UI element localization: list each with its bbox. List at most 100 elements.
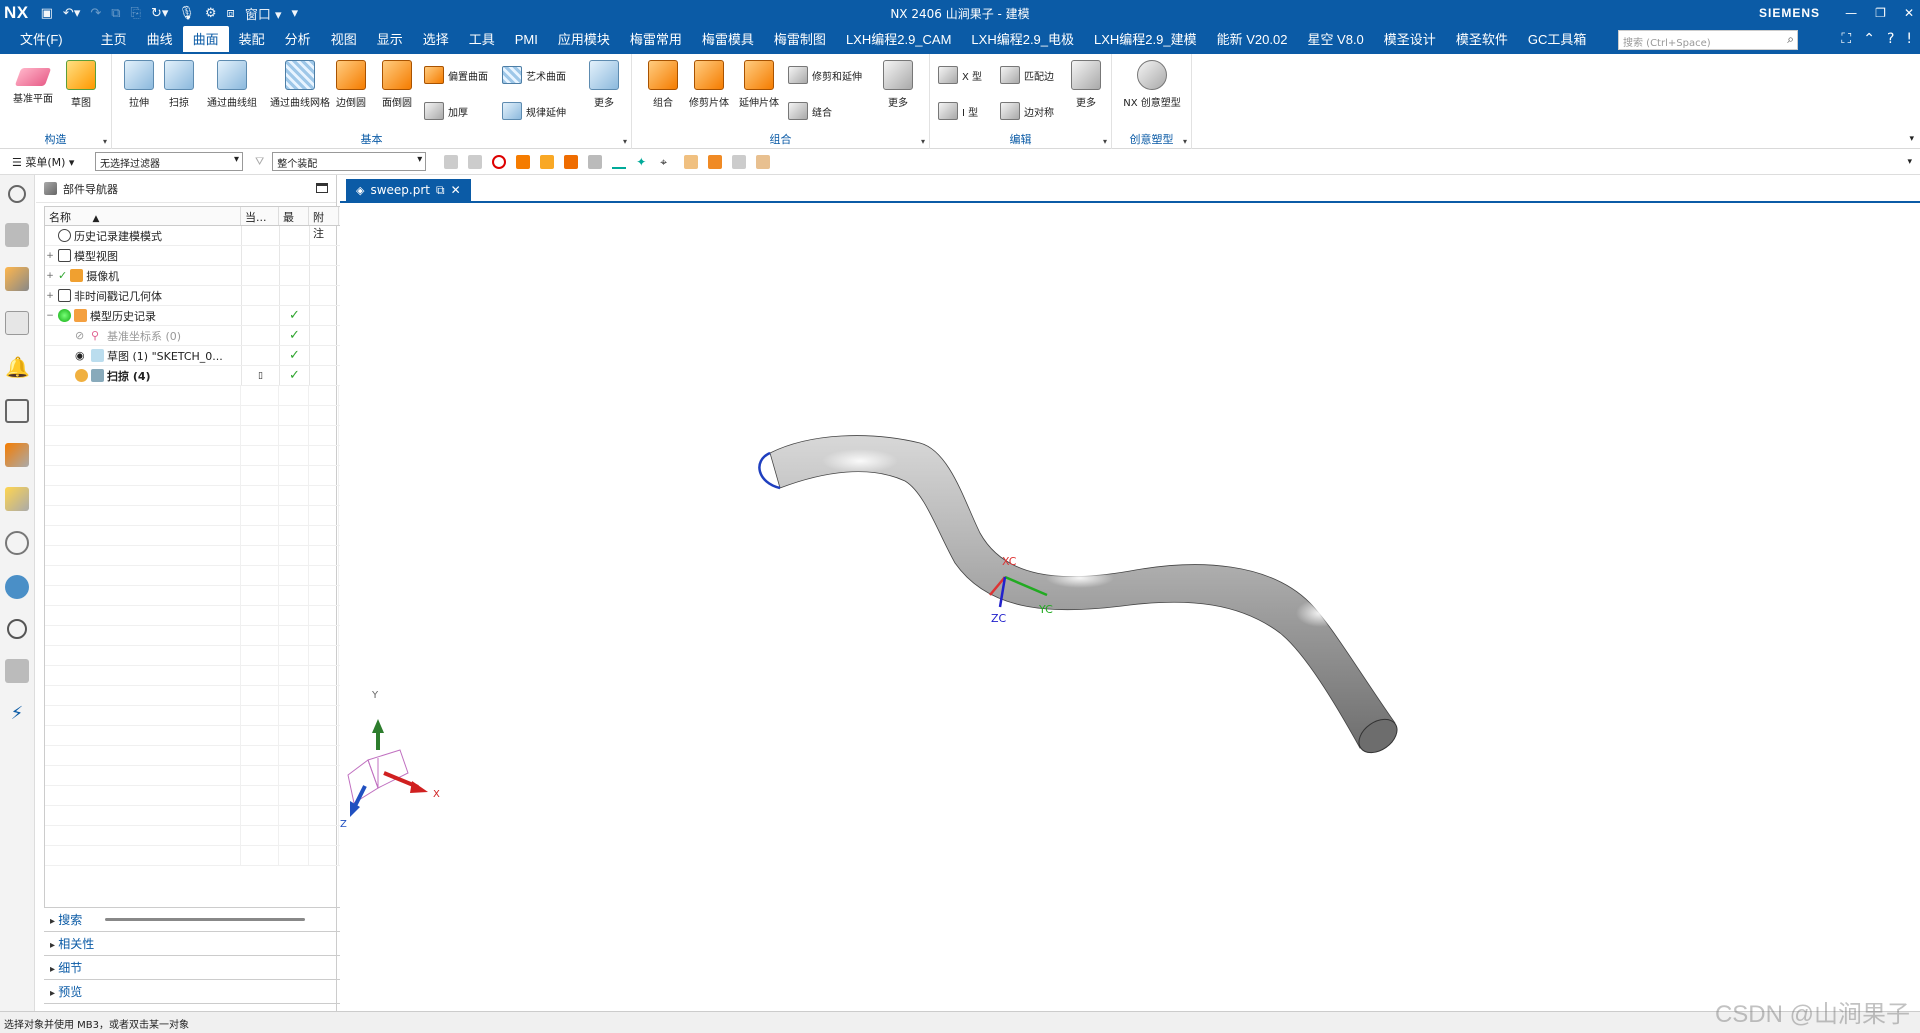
selection-scope-dropdown[interactable]: 整个装配 [272, 152, 427, 171]
help-icon[interactable]: ? [1887, 31, 1894, 47]
microphone-icon[interactable]: 🎙 [178, 6, 195, 21]
undock-icon[interactable]: ⧉ [436, 183, 445, 198]
group-dropdown-icon[interactable]: ▾ [103, 137, 107, 146]
fullscreen-icon[interactable]: ⛶ [1841, 31, 1851, 47]
x-type-button[interactable]: X 型 [938, 64, 982, 86]
ribbon-options-icon[interactable]: ▾ [1909, 134, 1914, 144]
tree-row-sweep[interactable]: 扫掠 (4) ▯ ✓ [45, 366, 367, 386]
menu-tab[interactable]: 选择 [413, 26, 459, 54]
tree-row-cameras[interactable]: + ✓ 摄像机 [45, 266, 367, 286]
menu-tab[interactable]: LXH编程2.9_电极 [961, 26, 1084, 54]
assembly-navigator-icon[interactable] [5, 223, 29, 247]
group-dropdown-icon[interactable]: ▾ [1103, 137, 1107, 146]
copy-icon[interactable]: ⧉ [111, 6, 120, 21]
sew-button[interactable]: 缝合 [788, 100, 832, 122]
hd3d-tools-icon[interactable] [5, 443, 29, 467]
thicken-button[interactable]: 加厚 [424, 100, 468, 122]
menu-tab[interactable]: 曲线 [137, 26, 183, 54]
system-materials-icon[interactable] [5, 575, 29, 599]
column-comment[interactable]: 附注 [309, 207, 339, 240]
select-all-icon[interactable] [444, 154, 459, 169]
more-edit-button[interactable]: 更多 [1064, 60, 1108, 109]
clear-selection-icon[interactable] [492, 154, 507, 169]
constraint-navigator-icon[interactable] [5, 267, 29, 291]
menu-tab[interactable]: 梅雷常用 [620, 26, 692, 54]
menu-tab[interactable]: 视图 [321, 26, 367, 54]
offset-surface-button[interactable]: 偏置曲面 [424, 64, 488, 86]
tools-icon[interactable] [5, 659, 29, 683]
trim-sheet-button[interactable]: 修剪片体 [682, 60, 736, 109]
menu-tab[interactable]: PMI [505, 26, 548, 54]
collapse-icon[interactable]: − [45, 311, 55, 321]
column-latest[interactable]: 最 [279, 207, 309, 225]
component-filter-icon[interactable] [684, 154, 699, 169]
sweep-button[interactable]: 扫掠 [152, 60, 206, 109]
match-edge-button[interactable]: 匹配边 [1000, 64, 1054, 86]
extend-sheet-button[interactable]: 延伸片体 [732, 60, 786, 109]
menu-tab[interactable]: 主页 [91, 26, 137, 54]
sketch-button[interactable]: 草图 [54, 60, 108, 109]
web-browser-icon[interactable] [5, 487, 29, 511]
maximize-icon[interactable] [316, 183, 328, 193]
expand-icon[interactable]: + [45, 271, 55, 281]
menu-tab[interactable]: 星空 V8.0 [1297, 26, 1373, 54]
section-preview[interactable]: 预览 [44, 980, 368, 1004]
collapse-ribbon-icon[interactable]: ⌃ [1863, 31, 1875, 47]
datum-plane-button[interactable]: 基准平面 [6, 60, 60, 105]
customize-dropdown-icon[interactable]: ▾ [292, 6, 299, 21]
filter-reset-icon[interactable]: ⛛ [255, 155, 264, 169]
through-curve-mesh-button[interactable]: 通过曲线网格 [264, 60, 336, 109]
column-name[interactable]: 名称 ▲ [45, 207, 241, 225]
menu-tab[interactable]: 梅雷制图 [764, 26, 836, 54]
type-filter-dropdown[interactable]: 无选择过滤器 [95, 152, 243, 171]
law-extension-button[interactable]: 规律延伸 [502, 100, 566, 122]
selection-bar-options-icon[interactable]: ▾ [1907, 157, 1912, 167]
tree-row-model-history[interactable]: − 模型历史记录 ✓ [45, 306, 367, 326]
menu-tab[interactable]: 梅雷模具 [692, 26, 764, 54]
tree-row-history-mode[interactable]: 历史记录建模模式 [45, 226, 367, 246]
trim-extend-button[interactable]: 修剪和延伸 [788, 64, 862, 86]
more-basic-button[interactable]: 更多 [582, 60, 626, 109]
view-triad[interactable]: Y X Z [340, 690, 440, 830]
viewport-canvas[interactable]: XC YC ZC Y X Z [340, 203, 1920, 1011]
menu-tab[interactable]: 模圣软件 [1446, 26, 1518, 54]
close-icon[interactable]: ✕ [1904, 6, 1914, 20]
minimize-icon[interactable]: — [1845, 6, 1857, 20]
box-select-icon[interactable] [756, 154, 771, 169]
curve-filter-icon[interactable] [612, 155, 627, 169]
solid-body-filter-icon[interactable] [516, 154, 531, 169]
section-details[interactable]: 细节 [44, 956, 368, 980]
notification-bell-icon[interactable]: 🔔 [5, 355, 30, 379]
body-filter-icon[interactable] [588, 154, 603, 169]
sheet-body-filter-icon[interactable] [540, 154, 555, 169]
menu-tab[interactable]: 装配 [229, 26, 275, 54]
menu-tab[interactable]: 曲面 [182, 26, 229, 54]
tree-row-unused-items[interactable]: + 非时间戳记几何体 [45, 286, 367, 306]
tree-row-datum-csys[interactable]: ⊘ ⚲ 基准坐标系 (0) ✓ [45, 326, 367, 346]
redo-icon[interactable]: ↷ [90, 6, 101, 21]
tree-row-model-views[interactable]: + 模型视图 [45, 246, 367, 266]
through-curves-button[interactable]: 通过曲线组 [200, 60, 264, 109]
face-filter-icon[interactable] [564, 154, 579, 169]
more-combine-button[interactable]: 更多 [876, 60, 920, 109]
menu-tab[interactable]: 文件(F) [0, 26, 91, 54]
edge-symmetry-button[interactable]: 边对称 [1000, 100, 1054, 122]
restore-icon[interactable]: ❐ [1875, 6, 1886, 20]
menu-tab[interactable]: LXH编程2.9_建模 [1084, 26, 1207, 54]
group-dropdown-icon[interactable]: ▾ [1183, 137, 1187, 146]
clock-icon[interactable] [7, 619, 27, 639]
reuse-library-icon[interactable] [5, 399, 29, 423]
menu-button[interactable]: ☰ 菜单(M) ▾ [0, 154, 95, 170]
search-icon[interactable]: ⌕ [1787, 32, 1794, 47]
column-current[interactable]: 当... [241, 207, 279, 225]
role-icon[interactable]: ⚡ [5, 703, 29, 727]
switch-window-icon[interactable]: ⧈ [227, 6, 235, 21]
alert-icon[interactable]: ! [1906, 31, 1912, 47]
section-dependencies[interactable]: 相关性 [44, 932, 368, 956]
menu-tab[interactable]: 显示 [367, 26, 413, 54]
tree-row-sketch[interactable]: ◉ 草图 (1) "SKETCH_0... ✓ [45, 346, 367, 366]
i-type-button[interactable]: I 型 [938, 100, 978, 122]
touch-mode-icon[interactable]: ⚙ [205, 6, 217, 21]
menu-tab[interactable]: 能新 V20.02 [1207, 26, 1298, 54]
menu-tab[interactable]: 应用模块 [548, 26, 620, 54]
